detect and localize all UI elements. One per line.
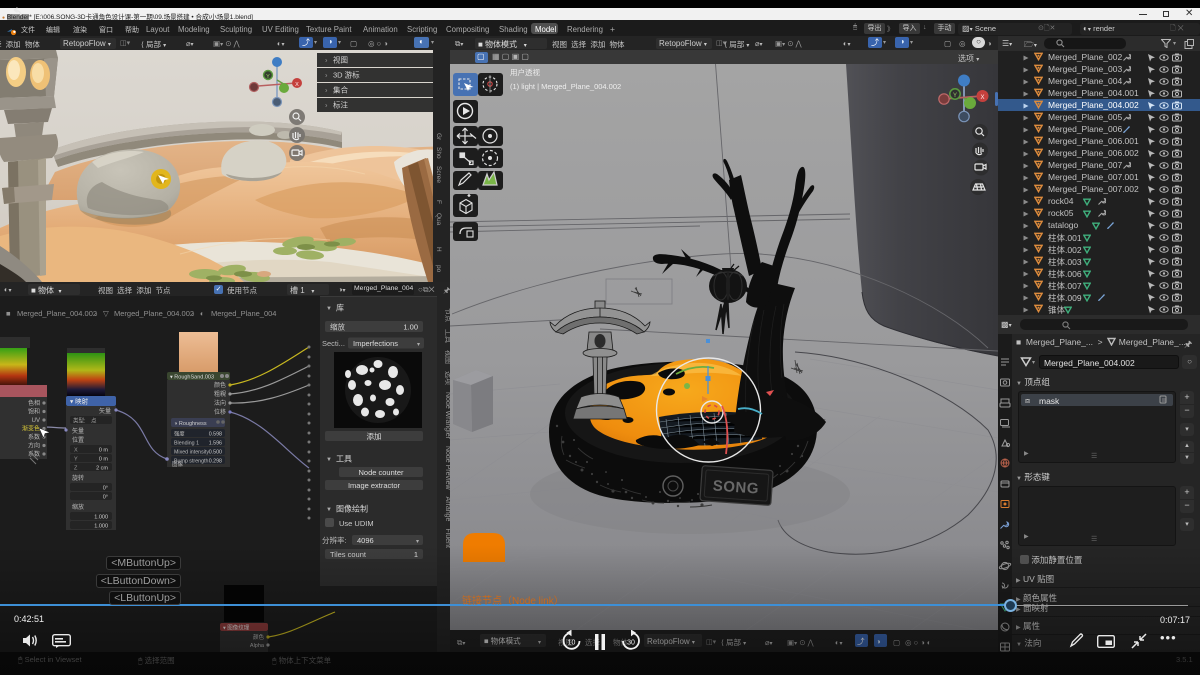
- svg-text:▾ 图像纹理: ▾ 图像纹理: [223, 624, 250, 632]
- svg-text:0°: 0°: [103, 486, 108, 492]
- svg-text:›: ›: [95, 309, 98, 318]
- svg-text:▾: ▾: [538, 640, 541, 646]
- svg-text:X: X: [295, 82, 299, 88]
- svg-text:H: H: [435, 247, 442, 252]
- svg-text:Tiles count: Tiles count: [330, 550, 367, 559]
- svg-text:Mixed intensity: Mixed intensity: [174, 450, 209, 456]
- svg-text:◑ Roughness: ◑ Roughness: [174, 421, 207, 427]
- svg-text:◎ ○ ◑ ◐: ◎ ○ ◑ ◐: [905, 638, 931, 647]
- svg-text:Merged_Plane_004.002: Merged_Plane_004.002: [17, 309, 97, 318]
- svg-text:3D 游标: 3D 游标: [333, 70, 360, 80]
- svg-text:Y: Y: [266, 74, 270, 80]
- svg-text:po: po: [435, 265, 442, 273]
- svg-text:系数: 系数: [28, 450, 40, 458]
- svg-text:Sho: Sho: [435, 147, 442, 159]
- svg-text:0.598: 0.598: [209, 432, 222, 438]
- svg-text:■: ■: [6, 309, 11, 318]
- svg-text:Gr: Gr: [435, 133, 442, 141]
- svg-text:Image extractor: Image extractor: [348, 481, 401, 490]
- svg-text:用户透视: 用户透视: [510, 67, 540, 77]
- svg-text:1.596: 1.596: [209, 441, 222, 447]
- svg-text:▼: ▼: [326, 507, 332, 513]
- svg-text:工具: 工具: [336, 455, 352, 464]
- svg-text:矢量: 矢量: [99, 407, 111, 415]
- svg-text:类型: 点: 类型: 点: [73, 417, 97, 425]
- svg-text:X: X: [980, 95, 984, 101]
- svg-text:视图: 视图: [333, 55, 348, 65]
- svg-text:1.00: 1.00: [403, 323, 418, 332]
- svg-text:强度: 强度: [174, 430, 185, 438]
- svg-text:4096: 4096: [357, 536, 374, 545]
- svg-text:▽: ▽: [103, 309, 110, 318]
- svg-text:库: 库: [336, 303, 344, 313]
- svg-text:集合: 集合: [333, 85, 348, 95]
- svg-text:Secti...: Secti...: [322, 339, 345, 348]
- svg-text:(1) light | Merged_Plane_004.0: (1) light | Merged_Plane_004.002: [510, 82, 621, 91]
- svg-text:▾: ▾: [416, 539, 419, 545]
- svg-text:◑: ◑: [876, 637, 881, 646]
- svg-text:方向: 方向: [28, 442, 40, 450]
- svg-text:30: 30: [627, 640, 635, 647]
- svg-text:⟨ 局部 ▾: ⟨ 局部 ▾: [721, 637, 746, 647]
- svg-text:渐变色: 渐变色: [22, 425, 40, 433]
- svg-text:◫▾: ◫▾: [706, 639, 717, 646]
- svg-text:标注: 标注: [333, 100, 348, 110]
- svg-text:1.000: 1.000: [94, 515, 108, 521]
- svg-text:Alpha: Alpha: [250, 643, 265, 649]
- svg-text:缩放: 缩放: [330, 322, 345, 332]
- svg-text:Scree: Scree: [435, 166, 442, 183]
- svg-text:1: 1: [414, 550, 418, 559]
- svg-text:SONG: SONG: [712, 477, 759, 497]
- svg-text:图像绘制: 图像绘制: [336, 504, 368, 514]
- svg-text:Qua: Qua: [435, 213, 442, 226]
- svg-text:0.500: 0.500: [209, 450, 222, 456]
- svg-text:Merged_Plane_004: Merged_Plane_004: [211, 309, 276, 318]
- svg-text:Merged_Plane_004.002: Merged_Plane_004.002: [114, 309, 194, 318]
- svg-text:法向: 法向: [214, 399, 226, 407]
- svg-text:图像: 图像: [172, 460, 184, 468]
- svg-text:▼: ▼: [326, 457, 332, 463]
- svg-text:位置: 位置: [72, 436, 84, 444]
- svg-text:分辨率:: 分辨率:: [322, 535, 347, 545]
- svg-text:系数: 系数: [28, 433, 40, 441]
- svg-text:颜色: 颜色: [214, 381, 226, 389]
- svg-text:Blending 1: Blending 1: [174, 441, 199, 447]
- svg-text:▣▾ ⊙ ⋀: ▣▾ ⊙ ⋀: [787, 638, 815, 647]
- svg-text:Y: Y: [74, 457, 78, 463]
- svg-text:位移: 位移: [214, 408, 226, 416]
- svg-text:缩放: 缩放: [72, 503, 84, 511]
- svg-text:添加: 添加: [367, 431, 382, 441]
- svg-text:0°: 0°: [103, 495, 108, 501]
- svg-text:F: F: [435, 200, 442, 204]
- svg-text:Node counter: Node counter: [358, 468, 404, 477]
- svg-text:1.000: 1.000: [94, 524, 108, 530]
- svg-text:粗粯: 粗粯: [214, 390, 226, 398]
- svg-text:▾ RoughSand.003: ▾ RoughSand.003: [170, 375, 214, 381]
- svg-text:颜色: 颜色: [253, 633, 265, 641]
- svg-text:▼: ▼: [326, 306, 332, 312]
- svg-text:›: ›: [192, 309, 195, 318]
- svg-text:0 m: 0 m: [99, 448, 109, 454]
- svg-text:Y: Y: [953, 93, 957, 99]
- svg-text:Use UDIM: Use UDIM: [339, 519, 374, 528]
- svg-text:10: 10: [568, 640, 576, 647]
- svg-text:⤴: ⤴: [857, 636, 865, 646]
- svg-text:■ 物体模式: ■ 物体模式: [484, 636, 521, 646]
- svg-text:0.298: 0.298: [209, 459, 222, 465]
- svg-text:▾ 映射: ▾ 映射: [70, 397, 89, 406]
- svg-text:0 m: 0 m: [99, 457, 109, 463]
- svg-text:UV: UV: [32, 418, 40, 424]
- svg-text:色相: 色相: [28, 399, 40, 407]
- svg-text:RetopoFlow ▾: RetopoFlow ▾: [647, 637, 695, 646]
- svg-text:Imperfections: Imperfections: [353, 339, 398, 348]
- svg-text:◐: ◐: [200, 309, 205, 318]
- svg-text:▢: ▢: [893, 638, 900, 647]
- svg-text:旋转: 旋转: [72, 474, 84, 482]
- svg-text:矢量: 矢量: [72, 427, 84, 435]
- svg-text:2 cm: 2 cm: [96, 466, 108, 472]
- svg-text:X: X: [74, 448, 78, 454]
- svg-text:饱和: 饱和: [28, 408, 40, 416]
- svg-text:▾: ▾: [417, 342, 420, 348]
